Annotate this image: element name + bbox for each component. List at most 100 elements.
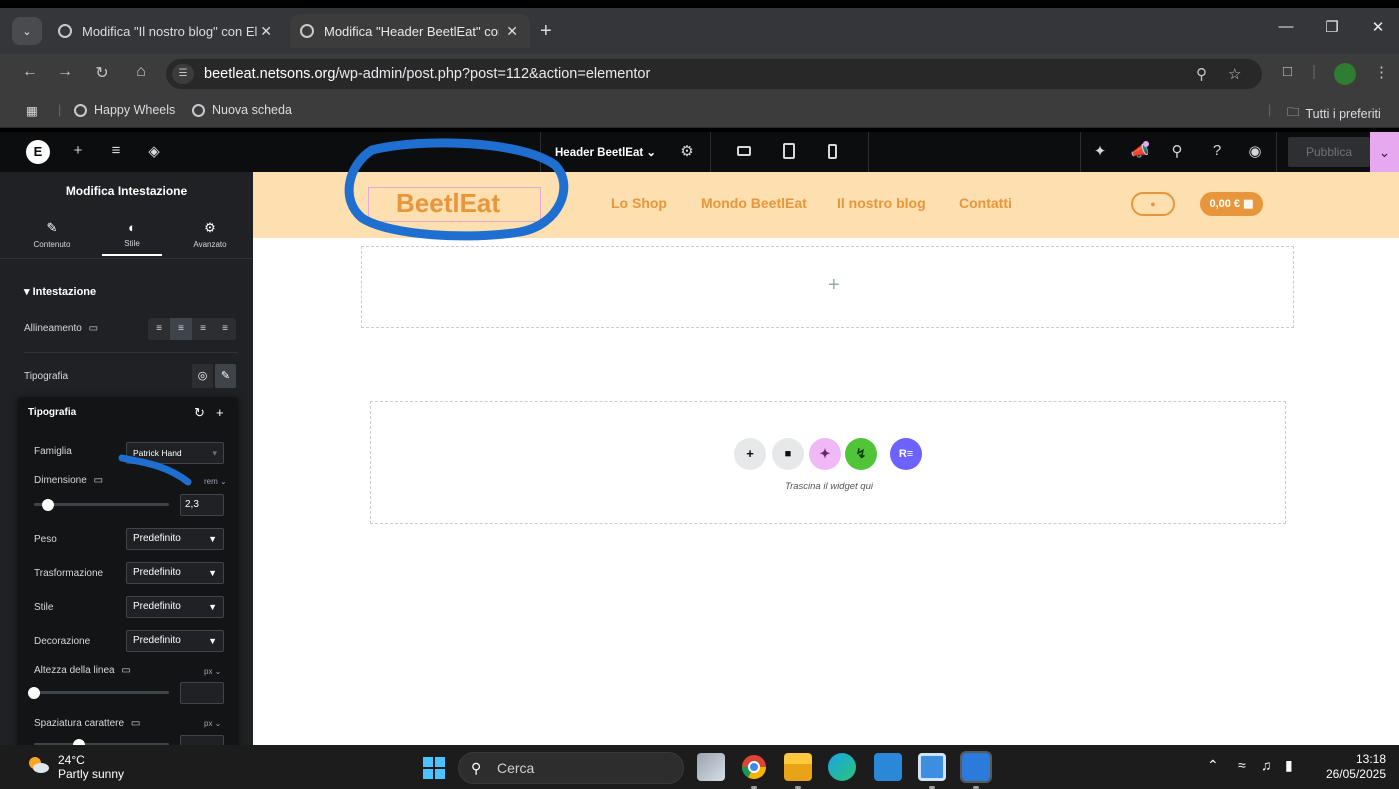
add-section-icon[interactable]: + — [828, 274, 840, 297]
align-justify-icon[interactable]: ≡ — [214, 318, 236, 340]
restore-button[interactable]: ❐ — [1312, 18, 1352, 36]
site-logo-heading[interactable]: BeetlEat — [396, 188, 500, 219]
system-clock[interactable]: 13:18 26/05/2025 — [1316, 752, 1386, 782]
window-close-button[interactable]: ✕ — [1358, 18, 1398, 36]
show-hidden-icons-chevron-icon[interactable]: ⌃ — [1207, 757, 1219, 774]
align-left-icon[interactable]: ≡ — [148, 318, 170, 340]
widget-drop-zone[interactable]: + ■ ✦ ↯ R≡ Trascina il widget qui — [370, 401, 1286, 524]
tablet-view-icon[interactable] — [783, 143, 795, 159]
extensions-icon[interactable]: □ — [1283, 63, 1292, 80]
responsive-desktop-icon[interactable]: ▭ — [94, 475, 103, 486]
font-style-select[interactable]: Predefinito ▼ — [126, 596, 224, 618]
template-folder-icon[interactable]: ■ — [772, 438, 804, 470]
windows-start-icon[interactable] — [423, 757, 445, 779]
account-button[interactable]: ● — [1131, 192, 1175, 216]
chrome-icon[interactable] — [740, 753, 768, 781]
mobile-view-icon[interactable] — [828, 144, 837, 159]
tab-avanzato[interactable]: ⚙ Avanzato — [180, 220, 240, 249]
text-decoration-select[interactable]: Predefinito ▼ — [126, 630, 224, 652]
add-element-icon[interactable]: + — [68, 142, 88, 159]
text-transform-select[interactable]: Predefinito ▼ — [126, 562, 224, 584]
preview-eye-icon[interactable]: ◉ — [1245, 142, 1265, 160]
edge-icon[interactable] — [828, 753, 856, 781]
site-settings-icon[interactable]: ≡ — [106, 142, 126, 159]
re-plugin-icon[interactable]: R≡ — [890, 438, 922, 470]
letter-spacing-input[interactable] — [180, 735, 224, 745]
taskbar-search[interactable]: ⚲ Cerca — [458, 752, 684, 784]
search-icon[interactable]: ⚲ — [1167, 142, 1187, 160]
line-height-input[interactable] — [180, 682, 224, 704]
nav-link-il-nostro-blog[interactable]: Il nostro blog — [837, 195, 926, 211]
browser-tab[interactable]: Modifica "Il nostro blog" con El ✕ — [48, 14, 284, 48]
align-center-icon[interactable]: ≡ — [170, 318, 192, 340]
kit-bolt-icon[interactable]: ↯ — [845, 438, 877, 470]
nav-link-mondo-beetleat[interactable]: Mondo BeetlEat — [701, 195, 807, 211]
task-view-icon[interactable] — [697, 753, 725, 781]
wifi-icon[interactable]: ≈ — [1238, 757, 1246, 773]
minimize-button[interactable]: — — [1266, 18, 1306, 35]
ai-sparkle-icon[interactable]: ✦ — [809, 438, 841, 470]
browser-tab-active[interactable]: Modifica "Header BeetlEat" con ✕ — [290, 14, 530, 48]
home-icon[interactable]: ⌂ — [129, 63, 153, 81]
bookmark-nuova-scheda[interactable]: Nuova scheda — [192, 103, 292, 117]
nav-link-lo-shop[interactable]: Lo Shop — [611, 195, 667, 211]
desktop-view-icon[interactable] — [737, 146, 751, 156]
help-icon[interactable]: ? — [1207, 142, 1227, 159]
publish-options-chevron-icon[interactable]: ⌄ — [1370, 132, 1399, 172]
structure-layers-icon[interactable]: ◈ — [144, 142, 164, 160]
profile-avatar[interactable] — [1334, 63, 1356, 85]
site-info-icon[interactable]: ☰ — [172, 64, 194, 84]
back-icon[interactable]: ← — [18, 63, 42, 81]
store-icon[interactable] — [874, 753, 902, 781]
size-unit-select[interactable]: rem ⌄ — [204, 477, 227, 486]
edit-pencil-icon[interactable]: ✎ — [215, 364, 236, 388]
size-slider[interactable] — [34, 503, 169, 506]
reload-icon[interactable]: ↻ — [90, 63, 114, 83]
photos-icon[interactable] — [960, 751, 992, 783]
letter-spacing-unit-select[interactable]: px ⌄ — [204, 719, 221, 728]
tab-contenuto[interactable]: ✎ Contenuto — [22, 220, 82, 249]
empty-container[interactable]: + — [361, 246, 1294, 328]
site-header[interactable]: BeetlEat Lo Shop Mondo BeetlEat Il nostr… — [253, 172, 1399, 238]
file-explorer-icon[interactable] — [784, 753, 812, 781]
address-bar[interactable]: ☰ beetleat.netsons.org/wp-admin/post.php… — [166, 59, 1262, 89]
nav-link-contatti[interactable]: Contatti — [959, 195, 1012, 211]
global-icon[interactable]: ◎ — [192, 364, 213, 388]
volume-icon[interactable]: ♫ — [1261, 757, 1272, 773]
font-weight-select[interactable]: Predefinito ▼ — [126, 528, 224, 550]
weather-widget[interactable]: 24°C Partly sunny — [58, 753, 124, 781]
tab-stile[interactable]: ◐ Stile — [102, 220, 162, 256]
add-icon[interactable]: + — [216, 405, 224, 420]
responsive-desktop-icon[interactable]: ▭ — [121, 665, 130, 676]
page-settings-icon[interactable]: ⚙ — [677, 142, 697, 160]
line-height-slider[interactable] — [34, 691, 169, 694]
forward-icon[interactable]: → — [53, 63, 77, 81]
font-family-select[interactable]: Patrick Hand ▾ — [126, 442, 224, 464]
responsive-desktop-icon[interactable]: ▭ — [131, 718, 140, 729]
cart-button[interactable]: 0,00 € ▩ — [1200, 192, 1263, 216]
section-toggle-intestazione[interactable]: ▾ Intestazione — [24, 285, 96, 298]
tab-close-icon[interactable]: ✕ — [260, 23, 272, 40]
all-bookmarks-button[interactable]: 🗀 Tutti i preferiti — [1287, 103, 1381, 124]
apps-grid-icon[interactable]: ▦ — [26, 103, 38, 118]
size-input[interactable]: 2,3 — [180, 494, 224, 516]
browser-menu-icon[interactable]: ⋮ — [1374, 63, 1389, 81]
notepad-icon[interactable] — [918, 753, 946, 781]
bookmark-star-icon[interactable]: ☆ — [1228, 65, 1241, 83]
size-slider-knob[interactable] — [41, 499, 54, 511]
new-tab-button[interactable]: + — [540, 20, 552, 43]
zoom-icon[interactable]: ⚲ — [1196, 65, 1207, 83]
battery-icon[interactable]: ▮ — [1285, 757, 1293, 774]
add-widget-icon[interactable]: + — [734, 438, 766, 470]
rocket-icon[interactable]: ✦ — [1090, 142, 1110, 160]
reset-icon[interactable]: ↻ — [194, 405, 205, 421]
tab-close-icon[interactable]: ✕ — [506, 23, 518, 40]
publish-button[interactable]: Pubblica — [1288, 137, 1370, 167]
tab-search-menu-button[interactable]: ⌄ — [12, 17, 42, 45]
elementor-logo-icon[interactable]: E — [26, 140, 50, 164]
bookmark-happy-wheels[interactable]: Happy Wheels — [74, 103, 175, 117]
document-title-dropdown[interactable]: Header BeetlEat ⌄ — [555, 145, 656, 159]
line-height-slider-knob[interactable] — [28, 687, 40, 699]
line-height-unit-select[interactable]: px ⌄ — [204, 667, 221, 676]
responsive-desktop-icon[interactable]: ▭ — [89, 323, 98, 334]
